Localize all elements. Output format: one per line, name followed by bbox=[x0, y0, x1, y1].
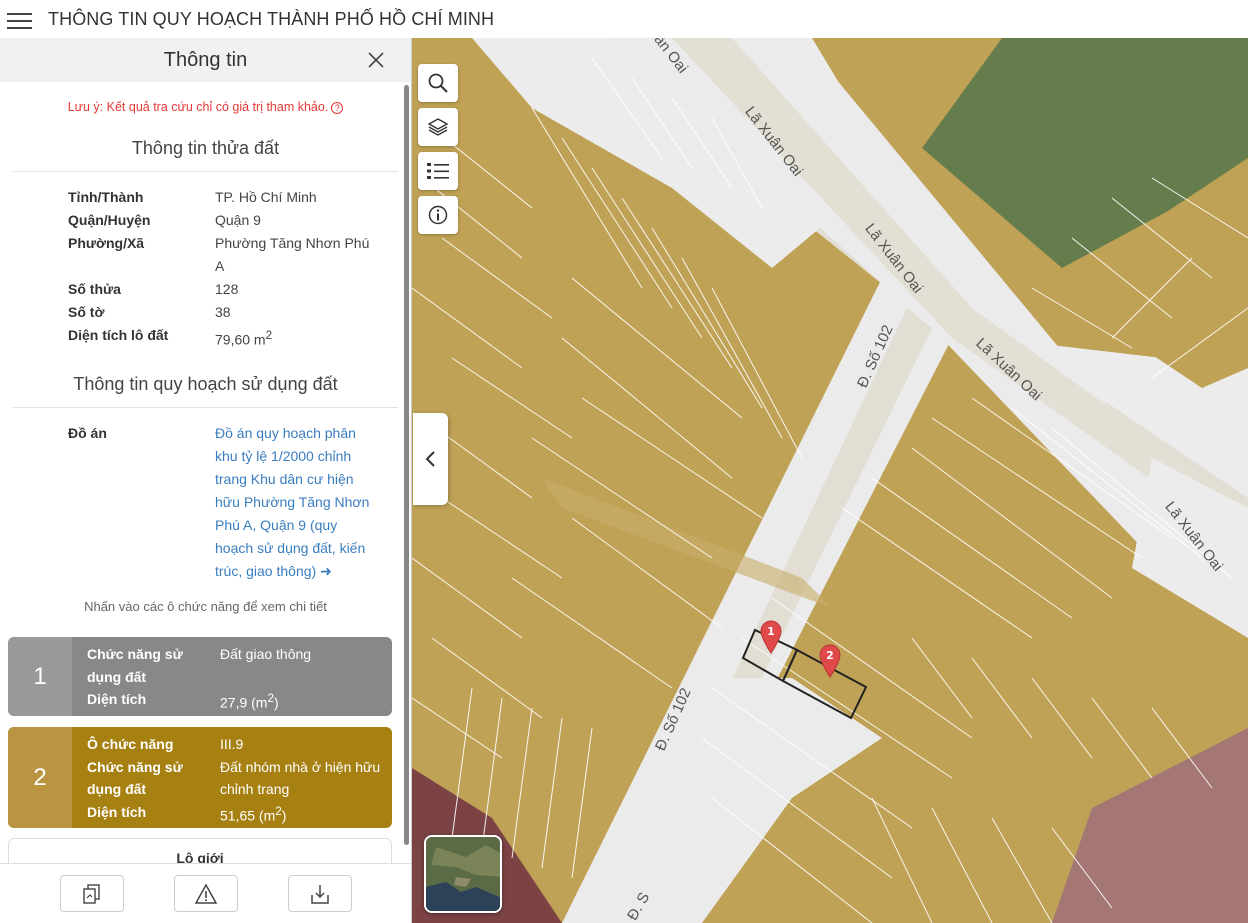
function-card-2[interactable]: 2 Ô chức năng III.9 Chức năng sử dụng đấ… bbox=[8, 727, 392, 828]
project-key: Đồ án bbox=[68, 424, 107, 441]
function-card-1[interactable]: 1 Chức năng sử dụng đất Đất giao thông D… bbox=[8, 637, 392, 716]
parcel-key: Quận/Huyện bbox=[68, 212, 151, 228]
list-icon bbox=[427, 163, 449, 179]
planning-info-list: Đồ án Đồ án quy hoạch phân khu tỷ lệ 1/2… bbox=[0, 422, 411, 583]
panel-scrollbar[interactable] bbox=[404, 85, 409, 845]
disclaimer-note: Lưu ý: Kết quả tra cứu chỉ có giá trị th… bbox=[0, 100, 411, 114]
card-body: Chức năng sử dụng đất Đất giao thông Diệ… bbox=[72, 637, 392, 716]
document-copy-icon bbox=[83, 883, 100, 904]
parcel-value: 38 bbox=[215, 304, 231, 320]
legend-list-button[interactable] bbox=[418, 152, 458, 190]
info-panel: Thông tin Lưu ý: Kết quả tra cứu chỉ có … bbox=[0, 38, 412, 923]
parcel-key: Số tờ bbox=[68, 304, 105, 320]
disclaimer-text: Lưu ý: Kết quả tra cứu chỉ có giá trị th… bbox=[67, 100, 329, 114]
card-area-number: 51,65 (m bbox=[220, 807, 276, 824]
card-area-value: 51,65 (m2) bbox=[220, 801, 390, 827]
card-number: 1 bbox=[8, 637, 72, 716]
help-icon[interactable]: ? bbox=[331, 101, 344, 114]
card-body: Ô chức năng III.9 Chức năng sử dụng đất … bbox=[72, 727, 392, 828]
chevron-left-icon bbox=[425, 451, 435, 467]
panel-action-bar bbox=[0, 863, 411, 923]
card-area-tail: ) bbox=[273, 694, 279, 711]
parcel-value: TP. Hồ Chí Minh bbox=[215, 189, 317, 205]
marker-label-1: 1 bbox=[767, 625, 775, 638]
satellite-minimap[interactable] bbox=[424, 835, 502, 913]
copy-document-button[interactable] bbox=[60, 875, 124, 912]
hint-text: Nhấn vào các ô chức năng để xem chi tiết bbox=[84, 598, 327, 614]
card-value: Đất giao thông bbox=[220, 646, 312, 662]
report-warning-button[interactable] bbox=[174, 875, 238, 912]
parcel-key: Số thửa bbox=[68, 281, 121, 297]
parcel-section-title: Thông tin thửa đất bbox=[13, 138, 398, 172]
close-icon[interactable] bbox=[365, 49, 387, 71]
panel-header: Thông tin bbox=[0, 38, 411, 82]
parcel-area-value: 79,60 m2 bbox=[215, 324, 375, 352]
parcel-info-list: Tỉnh/Thành TP. Hồ Chí Minh Quận/Huyện Qu… bbox=[0, 186, 411, 352]
card-key: Chức năng sử dụng đất bbox=[87, 758, 183, 798]
search-icon bbox=[428, 73, 448, 93]
marker-label-2: 2 bbox=[826, 649, 834, 662]
map-canvas[interactable] bbox=[412, 38, 1248, 923]
card-value: Đất nhóm nhà ở hiện hữu chỉnh trang bbox=[220, 758, 381, 798]
map-toolbar bbox=[418, 64, 458, 234]
card-area-value: 27,9 (m2) bbox=[220, 688, 390, 714]
layers-icon bbox=[427, 118, 449, 136]
card-key: Chức năng sử dụng đất bbox=[87, 646, 183, 685]
parcel-key: Diện tích lô đất bbox=[68, 327, 169, 343]
map-marker-2[interactable]: 2 bbox=[818, 644, 842, 678]
download-button[interactable] bbox=[288, 875, 352, 912]
parcel-value: 128 bbox=[215, 281, 239, 297]
collapse-panel-button[interactable] bbox=[413, 413, 448, 505]
planning-section-title: Thông tin quy hoạch sử dụng đất bbox=[13, 374, 398, 408]
card-number: 2 bbox=[8, 727, 72, 828]
card-key: Ô chức năng bbox=[87, 736, 174, 752]
download-icon bbox=[311, 884, 329, 904]
app-title: THÔNG TIN QUY HOẠCH THÀNH PHỐ HỒ CHÍ MIN… bbox=[48, 8, 495, 29]
satellite-thumbnail-icon bbox=[426, 837, 500, 911]
menu-icon[interactable] bbox=[7, 8, 35, 30]
parcel-key: Phường/Xã bbox=[68, 235, 145, 251]
panel-title: Thông tin bbox=[163, 48, 248, 71]
layers-button[interactable] bbox=[418, 108, 458, 146]
card-key: Diện tích bbox=[87, 691, 147, 707]
project-link[interactable]: Đồ án quy hoạch phân khu tỷ lệ 1/2000 ch… bbox=[215, 422, 375, 583]
search-map-button[interactable] bbox=[418, 64, 458, 102]
card-key: Diện tích bbox=[87, 803, 147, 820]
top-bar: THÔNG TIN QUY HOẠCH THÀNH PHỐ HỒ CHÍ MIN… bbox=[0, 0, 1248, 38]
parcel-value: Quận 9 bbox=[215, 212, 261, 228]
card-value: III.9 bbox=[220, 736, 244, 752]
info-icon bbox=[428, 205, 448, 225]
project-link-text[interactable]: Đồ án quy hoạch phân khu tỷ lệ 1/2000 ch… bbox=[215, 425, 369, 579]
info-button[interactable] bbox=[418, 196, 458, 234]
parcel-area-number: 79,60 m bbox=[215, 331, 266, 348]
card-area-tail: ) bbox=[281, 807, 287, 824]
map-view[interactable]: Lã Xuân Oai Lã Xuân Oai Lã Xuân Oai Lã X… bbox=[412, 38, 1248, 923]
parcel-key: Tỉnh/Thành bbox=[68, 189, 144, 205]
map-marker-1[interactable]: 1 bbox=[759, 620, 783, 654]
parcel-value: Phường Tăng Nhơn Phú A bbox=[215, 235, 370, 274]
warning-icon bbox=[195, 882, 217, 904]
unit-superscript: 2 bbox=[265, 329, 273, 342]
arrow-right-icon: ➜ bbox=[320, 562, 332, 579]
card-area-number: 27,9 (m bbox=[220, 694, 268, 711]
